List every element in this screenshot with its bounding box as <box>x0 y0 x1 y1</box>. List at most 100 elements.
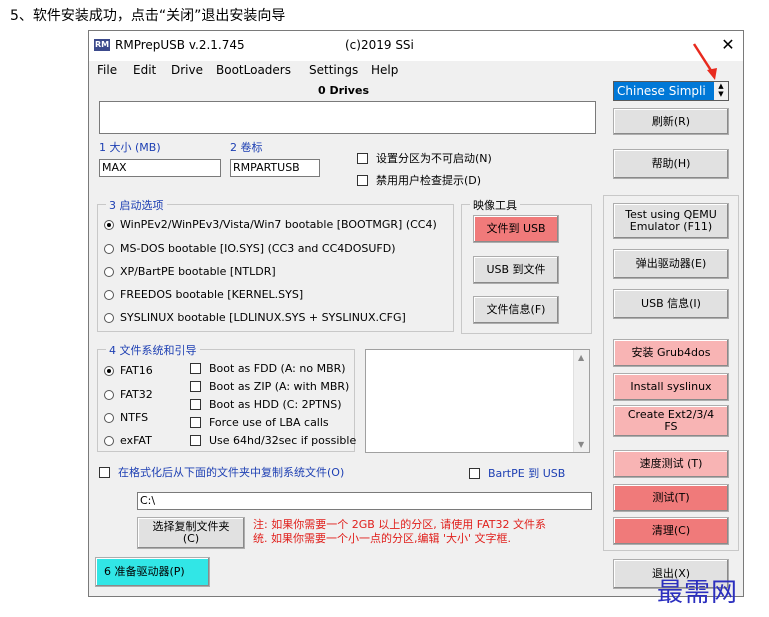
note-line2: 统. 如果你需要一个小一点的分区,编辑 '大小' 文字框. <box>253 532 512 545</box>
filesystem-title: 4 文件系统和引导 <box>106 342 200 358</box>
fs-ntfs-label: NTFS <box>120 411 149 424</box>
scroll-up-icon[interactable]: ▲ <box>578 353 584 362</box>
fs-fat16-radio[interactable] <box>104 365 114 376</box>
boot-hdd-label: Boot as HDD (C: 2PTNS) <box>209 398 342 411</box>
red-arrow-icon <box>692 43 717 80</box>
install-grub4dos-button[interactable]: 安装 Grub4dos <box>613 339 729 367</box>
bartpe-label: BartPE 到 USB <box>488 467 566 480</box>
menu-edit[interactable]: Edit <box>133 63 156 77</box>
use-64hd-option[interactable]: Use 64hd/32sec if possible <box>190 434 356 447</box>
volume-input[interactable]: RMPARTUSB <box>230 159 320 177</box>
step-heading: 5、软件安装成功，点击“关闭”退出安装向导 <box>10 8 286 24</box>
boot-option-bootmgr-radio[interactable] <box>104 219 114 230</box>
install-syslinux-button[interactable]: Install syslinux <box>613 373 729 401</box>
boot-zip-checkbox[interactable] <box>190 381 201 392</box>
log-textarea[interactable]: ▲ ▼ <box>365 349 590 453</box>
eject-drive-button[interactable]: 弹出驱动器(E) <box>613 249 729 279</box>
speed-test-button[interactable]: 速度测试 (T) <box>613 450 729 478</box>
copy-files-option[interactable]: 在格式化后从下面的文件夹中复制系统文件(O) <box>99 464 344 480</box>
boot-options-group: 3 启动选项 WinPEv2/WinPEv3/Vista/Win7 bootab… <box>97 197 454 332</box>
menu-file[interactable]: File <box>97 63 117 77</box>
log-scrollbar[interactable]: ▲ ▼ <box>573 350 589 452</box>
menu-drive[interactable]: Drive <box>171 63 203 77</box>
disable-prompts-label: 禁用用户检查提示(D) <box>376 174 482 187</box>
size-label: 1 大小 (MB) <box>99 141 161 154</box>
help-button[interactable]: 帮助(H) <box>613 149 729 179</box>
boot-option-msdos-label: MS-DOS bootable [IO.SYS] (CC3 and CC4DOS… <box>120 242 396 255</box>
fs-fat16[interactable]: FAT16 <box>104 364 153 377</box>
force-lba-option[interactable]: Force use of LBA calls <box>190 416 329 429</box>
bartpe-option[interactable]: BartPE 到 USB <box>469 465 565 481</box>
boot-option-msdos[interactable]: MS-DOS bootable [IO.SYS] (CC3 and CC4DOS… <box>104 242 396 255</box>
choose-folder-button[interactable]: 选择复制文件夹 (C) <box>137 517 245 549</box>
image-tools-title: 映像工具 <box>470 197 520 213</box>
boot-option-ntldr-radio[interactable] <box>104 266 114 277</box>
refresh-button[interactable]: 刷新(R) <box>613 108 729 135</box>
non-bootable-label: 设置分区为不可启动(N) <box>376 152 492 165</box>
spin-down-icon[interactable]: ▼ <box>714 90 728 98</box>
boot-zip-option[interactable]: Boot as ZIP (A: with MBR) <box>190 380 349 393</box>
fs-ntfs[interactable]: NTFS <box>104 411 148 424</box>
non-bootable-checkbox[interactable] <box>357 152 368 164</box>
boot-fdd-option[interactable]: Boot as FDD (A: no MBR) <box>190 362 346 375</box>
prepare-drive-button[interactable]: 6 准备驱动器(P) <box>95 557 210 587</box>
fs-fat32-radio[interactable] <box>104 389 114 400</box>
note-line1: 注: 如果你需要一个 2GB 以上的分区, 请使用 FAT32 文件系 <box>253 518 546 531</box>
test-button[interactable]: 测试(T) <box>613 484 729 512</box>
boot-fdd-checkbox[interactable] <box>190 363 201 374</box>
fs-fat16-label: FAT16 <box>120 364 153 377</box>
fs-fat32-label: FAT32 <box>120 388 153 401</box>
boot-option-freedos[interactable]: FREEDOS bootable [KERNEL.SYS] <box>104 288 303 301</box>
boot-option-syslinux-radio[interactable] <box>104 312 114 323</box>
menu-settings[interactable]: Settings <box>309 63 358 77</box>
menu-help[interactable]: Help <box>371 63 398 77</box>
fs-ntfs-radio[interactable] <box>104 412 114 423</box>
force-lba-label: Force use of LBA calls <box>209 416 329 429</box>
boot-option-freedos-label: FREEDOS bootable [KERNEL.SYS] <box>120 288 304 301</box>
usb-info-button[interactable]: USB 信息(I) <box>613 289 729 319</box>
qemu-test-button[interactable]: Test using QEMU Emulator (F11) <box>613 203 729 239</box>
boot-options-title: 3 启动选项 <box>106 197 167 213</box>
fs-exfat-radio[interactable] <box>104 435 114 446</box>
menu-bootloaders[interactable]: BootLoaders <box>216 63 291 77</box>
boot-option-freedos-radio[interactable] <box>104 289 114 300</box>
boot-option-syslinux[interactable]: SYSLINUX bootable [LDLINUX.SYS + SYSLINU… <box>104 311 406 324</box>
usb-to-file-button[interactable]: USB 到文件 <box>473 256 559 284</box>
fs-exfat[interactable]: exFAT <box>104 434 152 447</box>
window-title: RMPrepUSB v.2.1.745 <box>115 38 245 52</box>
fs-exfat-label: exFAT <box>120 434 152 447</box>
boot-option-msdos-radio[interactable] <box>104 243 114 254</box>
boot-hdd-option[interactable]: Boot as HDD (C: 2PTNS) <box>190 398 342 411</box>
boot-hdd-checkbox[interactable] <box>190 399 201 410</box>
drives-count: 0 Drives <box>318 84 369 97</box>
rmprepusb-window: RM RMPrepUSB v.2.1.745 (c)2019 SSi ✕ Fil… <box>88 30 744 597</box>
boot-option-bootmgr-label: WinPEv2/WinPEv3/Vista/Win7 bootable [BOO… <box>120 218 437 231</box>
boot-option-syslinux-label: SYSLINUX bootable [LDLINUX.SYS + SYSLINU… <box>120 311 406 324</box>
bartpe-checkbox[interactable] <box>469 467 480 479</box>
boot-option-ntldr-label: XP/BartPE bootable [NTLDR] <box>120 265 276 278</box>
force-lba-checkbox[interactable] <box>190 417 201 428</box>
file-to-usb-button[interactable]: 文件到 USB <box>473 215 559 243</box>
fs-fat32[interactable]: FAT32 <box>104 388 153 401</box>
scroll-down-icon[interactable]: ▼ <box>578 440 584 449</box>
volume-label: 2 卷标 <box>230 141 263 154</box>
app-icon: RM <box>94 39 110 51</box>
create-ext-fs-button[interactable]: Create Ext2/3/4 FS <box>613 405 729 437</box>
boot-fdd-label: Boot as FDD (A: no MBR) <box>209 362 346 375</box>
use-64hd-label: Use 64hd/32sec if possible <box>209 434 357 447</box>
boot-option-ntldr[interactable]: XP/BartPE bootable [NTLDR] <box>104 265 276 278</box>
boot-option-bootmgr[interactable]: WinPEv2/WinPEv3/Vista/Win7 bootable [BOO… <box>104 218 437 231</box>
copy-files-checkbox[interactable] <box>99 466 110 478</box>
clean-button[interactable]: 清理(C) <box>613 517 729 545</box>
copy-path-input[interactable]: C:\ <box>137 492 592 510</box>
file-info-button[interactable]: 文件信息(F) <box>473 296 559 324</box>
drive-list[interactable] <box>99 101 596 134</box>
disable-prompts-option[interactable]: 禁用用户检查提示(D) <box>357 172 481 188</box>
watermark: 最需网 <box>657 578 739 608</box>
non-bootable-option[interactable]: 设置分区为不可启动(N) <box>357 150 492 166</box>
size-input[interactable]: MAX <box>99 159 221 177</box>
window-copyright: (c)2019 SSi <box>345 38 414 52</box>
use-64hd-checkbox[interactable] <box>190 435 201 446</box>
disable-prompts-checkbox[interactable] <box>357 174 368 186</box>
title-bar: RM RMPrepUSB v.2.1.745 (c)2019 SSi ✕ <box>89 31 743 61</box>
